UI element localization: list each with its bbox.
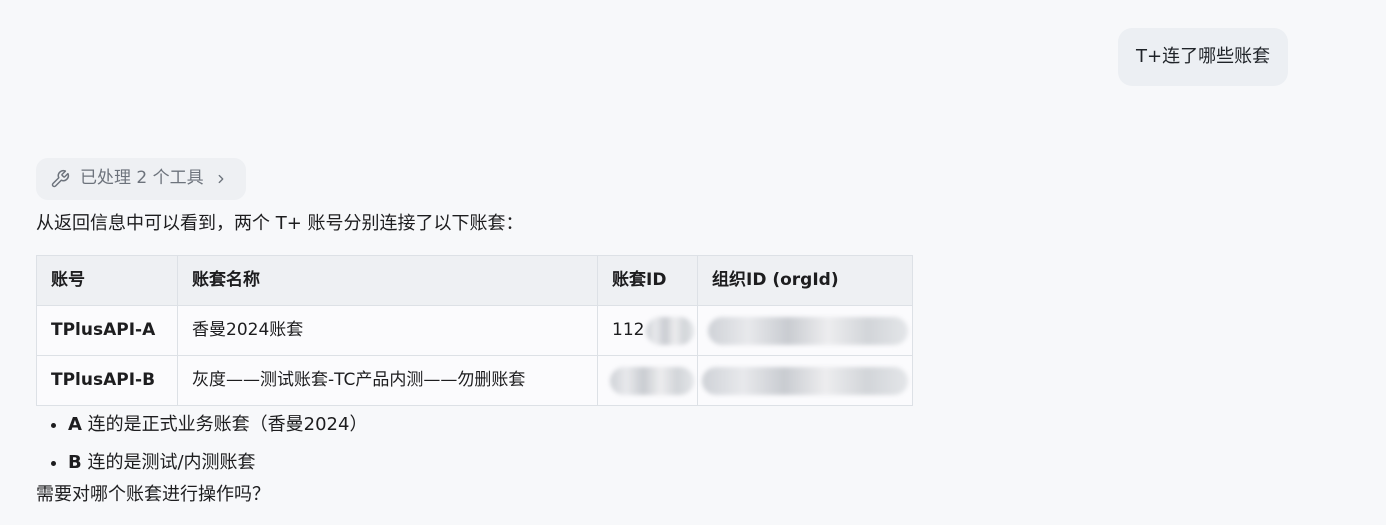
header-ledger-id: 账套ID (597, 255, 698, 306)
summary-key: B (68, 452, 82, 473)
org-id-cell (697, 355, 913, 406)
header-ledger-name: 账套名称 (177, 255, 598, 306)
closing-question: 需要对哪个账套进行操作吗？ (36, 484, 270, 505)
list-item: B 连的是测试/内测账套 (68, 444, 367, 482)
user-message-bubble: T+连了哪些账套 (1118, 28, 1289, 86)
redaction-blur (708, 317, 908, 345)
list-item: A 连的是正式业务账套（香曼2024） (68, 406, 367, 444)
ledger-id-partial: 112 (612, 319, 645, 340)
table-header-row: 账号 账套名称 账套ID 组织ID (orgId) (36, 255, 913, 306)
summary-text: 连的是正式业务账套（香曼2024） (81, 414, 368, 435)
redaction-blur (610, 367, 694, 395)
account-cell: TPlusAPI-B (36, 355, 178, 406)
ledger-name-cell: 香曼2024账套 (177, 305, 598, 356)
table-row: TPlusAPI-A 香曼2024账套 112 (36, 305, 913, 356)
ledger-id-cell (597, 355, 698, 406)
tools-processed-toggle[interactable]: 已处理 2 个工具 (36, 158, 246, 200)
ledger-name-cell: 灰度——测试账套-TC产品内测——勿删账套 (177, 355, 598, 406)
ledger-table: 账号 账套名称 账套ID 组织ID (orgId) TPlusAPI-A 香曼2… (36, 255, 913, 406)
summary-list: A 连的是正式业务账套（香曼2024） B 连的是测试/内测账套 (36, 406, 367, 482)
ledger-id-cell: 112 (597, 305, 698, 356)
summary-key: A (68, 414, 82, 435)
org-id-cell (697, 305, 913, 356)
summary-text: 连的是测试/内测账套 (81, 452, 256, 473)
wrench-icon (50, 169, 70, 189)
tools-processed-label: 已处理 2 个工具 (80, 168, 204, 189)
table-row: TPlusAPI-B 灰度——测试账套-TC产品内测——勿删账套 (36, 355, 913, 406)
user-message-text: T+连了哪些账套 (1136, 46, 1271, 68)
header-account: 账号 (36, 255, 178, 306)
intro-text: 从返回信息中可以看到，两个 T+ 账号分别连接了以下账套： (36, 213, 524, 234)
header-org-id: 组织ID (orgId) (697, 255, 913, 306)
account-cell: TPlusAPI-A (36, 305, 178, 356)
redaction-blur (702, 367, 908, 395)
redaction-blur (646, 317, 694, 345)
chevron-right-icon (214, 172, 228, 186)
